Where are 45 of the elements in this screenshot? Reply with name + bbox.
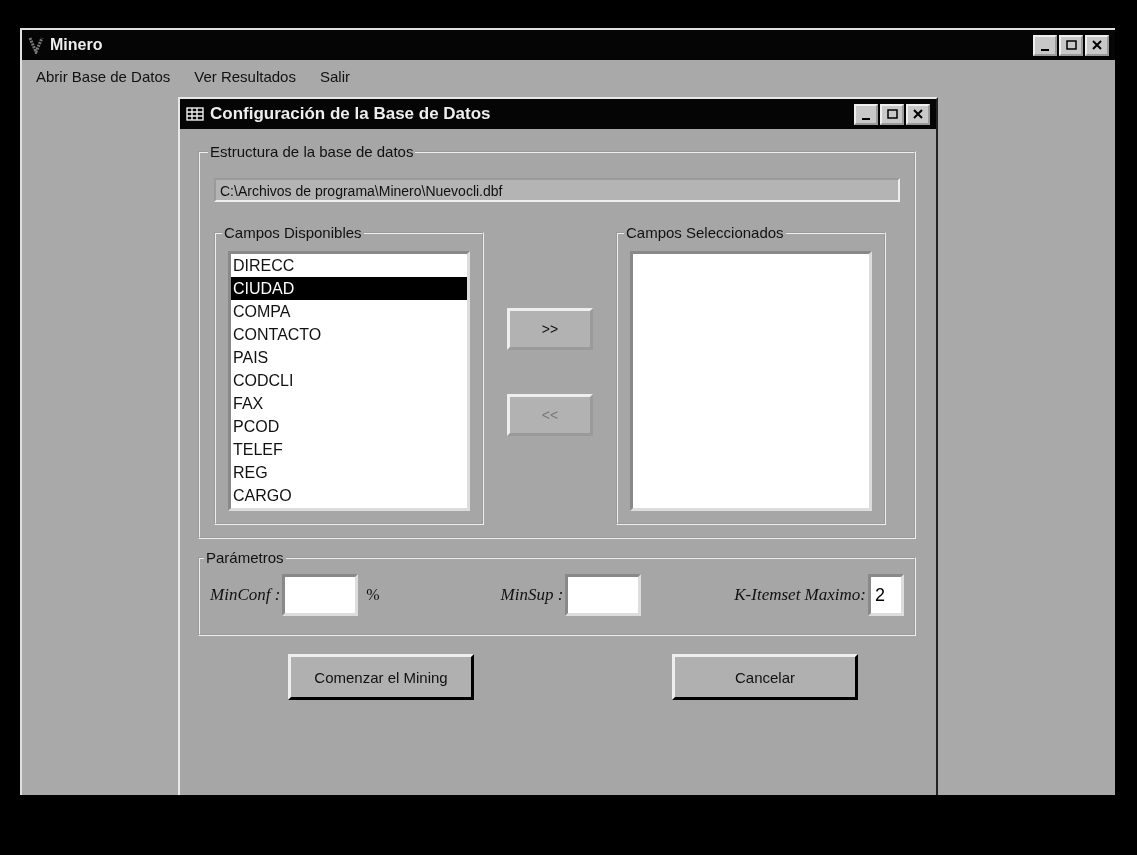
maximize-button[interactable] [1059,34,1083,56]
list-item[interactable]: PCOD [231,415,467,438]
list-item[interactable]: TELEF [231,438,467,461]
dialog-title: Configuración de la Base de Datos [210,104,491,124]
maximize-icon [886,109,898,119]
list-item[interactable]: PAIS [231,346,467,369]
minimize-icon [1041,48,1049,51]
input-field[interactable] [282,574,359,616]
list-item[interactable]: CIUDAD [231,277,467,300]
input-field[interactable] [565,574,642,616]
minimize-button[interactable] [1033,34,1057,56]
list-item[interactable]: FAX [231,392,467,415]
minimize-icon [862,117,870,120]
list-item[interactable]: DIRECC [231,254,467,277]
list-item[interactable]: CARGO [231,484,467,507]
close-icon [1092,40,1102,50]
close-icon [913,109,923,119]
group-label: Campos Disponibles [223,224,363,241]
close-button[interactable] [906,103,930,125]
field-label: MinSup : [500,585,564,605]
menu-item[interactable]: Salir [319,67,350,85]
dialog-button[interactable]: Comenzar el Mining [288,654,474,700]
maximize-icon [1065,40,1077,50]
field-label: MinConf : [210,585,281,605]
dialog-button[interactable]: Cancelar [672,654,858,700]
menu-item[interactable]: Abrir Base de Datos [36,67,171,85]
unit-label: % [366,586,380,604]
window-title: Minero [50,36,103,54]
close-button[interactable] [1085,34,1109,56]
group-label: Campos Seleccionados [625,224,785,241]
input-field[interactable]: 2 [868,574,904,616]
app-icon [28,36,44,54]
field-label: K-Itemset Maximo: [734,585,866,605]
path-field: C:\Archivos de programa\Minero\Nuevocli.dbf [214,178,900,202]
menu-item[interactable]: Ver Resultados [194,67,296,85]
list-item[interactable]: CODCLI [231,369,467,392]
list-item[interactable]: REG [231,461,467,484]
maximize-button[interactable] [880,103,904,125]
table-icon [186,107,204,121]
transfer-button[interactable]: >> [507,308,593,350]
group-label: Estructura de la base de datos [209,143,415,160]
group-label: Parámetros [205,549,285,566]
list-item[interactable]: COMPA [231,300,467,323]
list-item[interactable]: CONTACTO [231,323,467,346]
minimize-button[interactable] [854,103,878,125]
